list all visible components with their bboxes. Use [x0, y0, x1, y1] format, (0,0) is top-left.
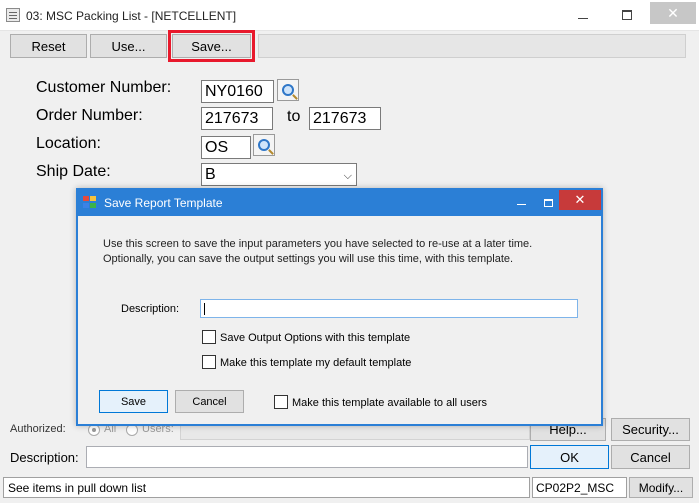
ship-date-value: B	[205, 166, 216, 183]
close-icon: ✕	[667, 4, 679, 21]
ship-date-label: Ship Date:	[36, 163, 111, 180]
minimize-icon	[516, 204, 526, 205]
reset-button[interactable]: Reset	[10, 34, 87, 58]
dialog-description-input[interactable]	[200, 299, 578, 318]
dialog-intro-text: Use this screen to save the input parame…	[103, 237, 593, 267]
close-icon: ✕	[574, 192, 586, 207]
use-button[interactable]: Use...	[90, 34, 167, 58]
dialog-app-icon	[83, 196, 97, 209]
customer-lookup-button[interactable]	[277, 79, 299, 101]
security-button[interactable]: Security...	[611, 418, 690, 441]
order-from-input[interactable]: 217673	[201, 107, 273, 130]
maximize-icon	[543, 198, 553, 207]
dialog-title: Save Report Template	[104, 196, 223, 210]
modify-button[interactable]: Modify...	[629, 477, 693, 498]
dialog-title-bar: Save Report Template ✕	[78, 190, 601, 216]
close-button[interactable]: ✕	[650, 2, 696, 24]
available-all-users-checkbox[interactable]	[274, 395, 288, 409]
location-label: Location:	[36, 135, 101, 152]
chevron-down-icon: ⌵	[343, 170, 352, 182]
minimize-button[interactable]	[560, 0, 605, 30]
dialog-cancel-button[interactable]: Cancel	[175, 390, 244, 413]
authorized-label: Authorized:	[10, 423, 66, 435]
dialog-close-button[interactable]: ✕	[559, 190, 601, 210]
customer-number-input[interactable]: NY0160	[201, 80, 274, 103]
save-output-options-checkbox[interactable]	[202, 330, 216, 344]
description-label: Description:	[10, 450, 79, 465]
dialog-description-label: Description:	[121, 303, 180, 315]
status-message: See items in pull down list	[3, 477, 530, 498]
status-code: CP02P2_MSC	[532, 477, 627, 498]
ship-date-select[interactable]: B ⌵	[201, 163, 357, 186]
location-input[interactable]: OS	[201, 136, 251, 159]
save-button[interactable]: Save...	[172, 34, 251, 58]
app-icon	[6, 8, 20, 22]
minimize-icon	[577, 17, 588, 19]
make-default-checkbox[interactable]	[202, 355, 216, 369]
cancel-button[interactable]: Cancel	[611, 445, 690, 469]
order-to-input[interactable]: 217673	[309, 107, 381, 130]
magnifier-icon	[282, 84, 294, 96]
dialog-intro-line-1: Use this screen to save the input parame…	[103, 238, 533, 250]
make-default-label: Make this template my default template	[220, 357, 412, 369]
save-output-options-label: Save Output Options with this template	[220, 332, 411, 344]
magnifier-icon	[258, 139, 270, 151]
maximize-icon	[621, 10, 632, 20]
description-input[interactable]	[86, 446, 528, 468]
maximize-button[interactable]	[604, 0, 649, 30]
save-report-template-dialog: Save Report Template ✕ Use this screen t…	[76, 188, 603, 426]
window-title: 03: MSC Packing List - [NETCELLENT]	[26, 9, 237, 23]
ok-button[interactable]: OK	[530, 445, 609, 469]
order-number-label: Order Number:	[36, 107, 143, 124]
dialog-save-button[interactable]: Save	[99, 390, 168, 413]
main-title-bar: 03: MSC Packing List - [NETCELLENT] ✕	[0, 0, 699, 31]
order-to-label: to	[287, 108, 301, 125]
text-caret	[204, 303, 205, 315]
available-all-users-label: Make this template available to all user…	[292, 397, 488, 409]
toolbar-filler	[258, 34, 686, 58]
dialog-intro-line-2: Optionally, you can save the output sett…	[103, 253, 514, 265]
location-lookup-button[interactable]	[253, 134, 275, 156]
customer-number-label: Customer Number:	[36, 79, 172, 96]
dialog-minimize-button[interactable]	[506, 190, 536, 215]
